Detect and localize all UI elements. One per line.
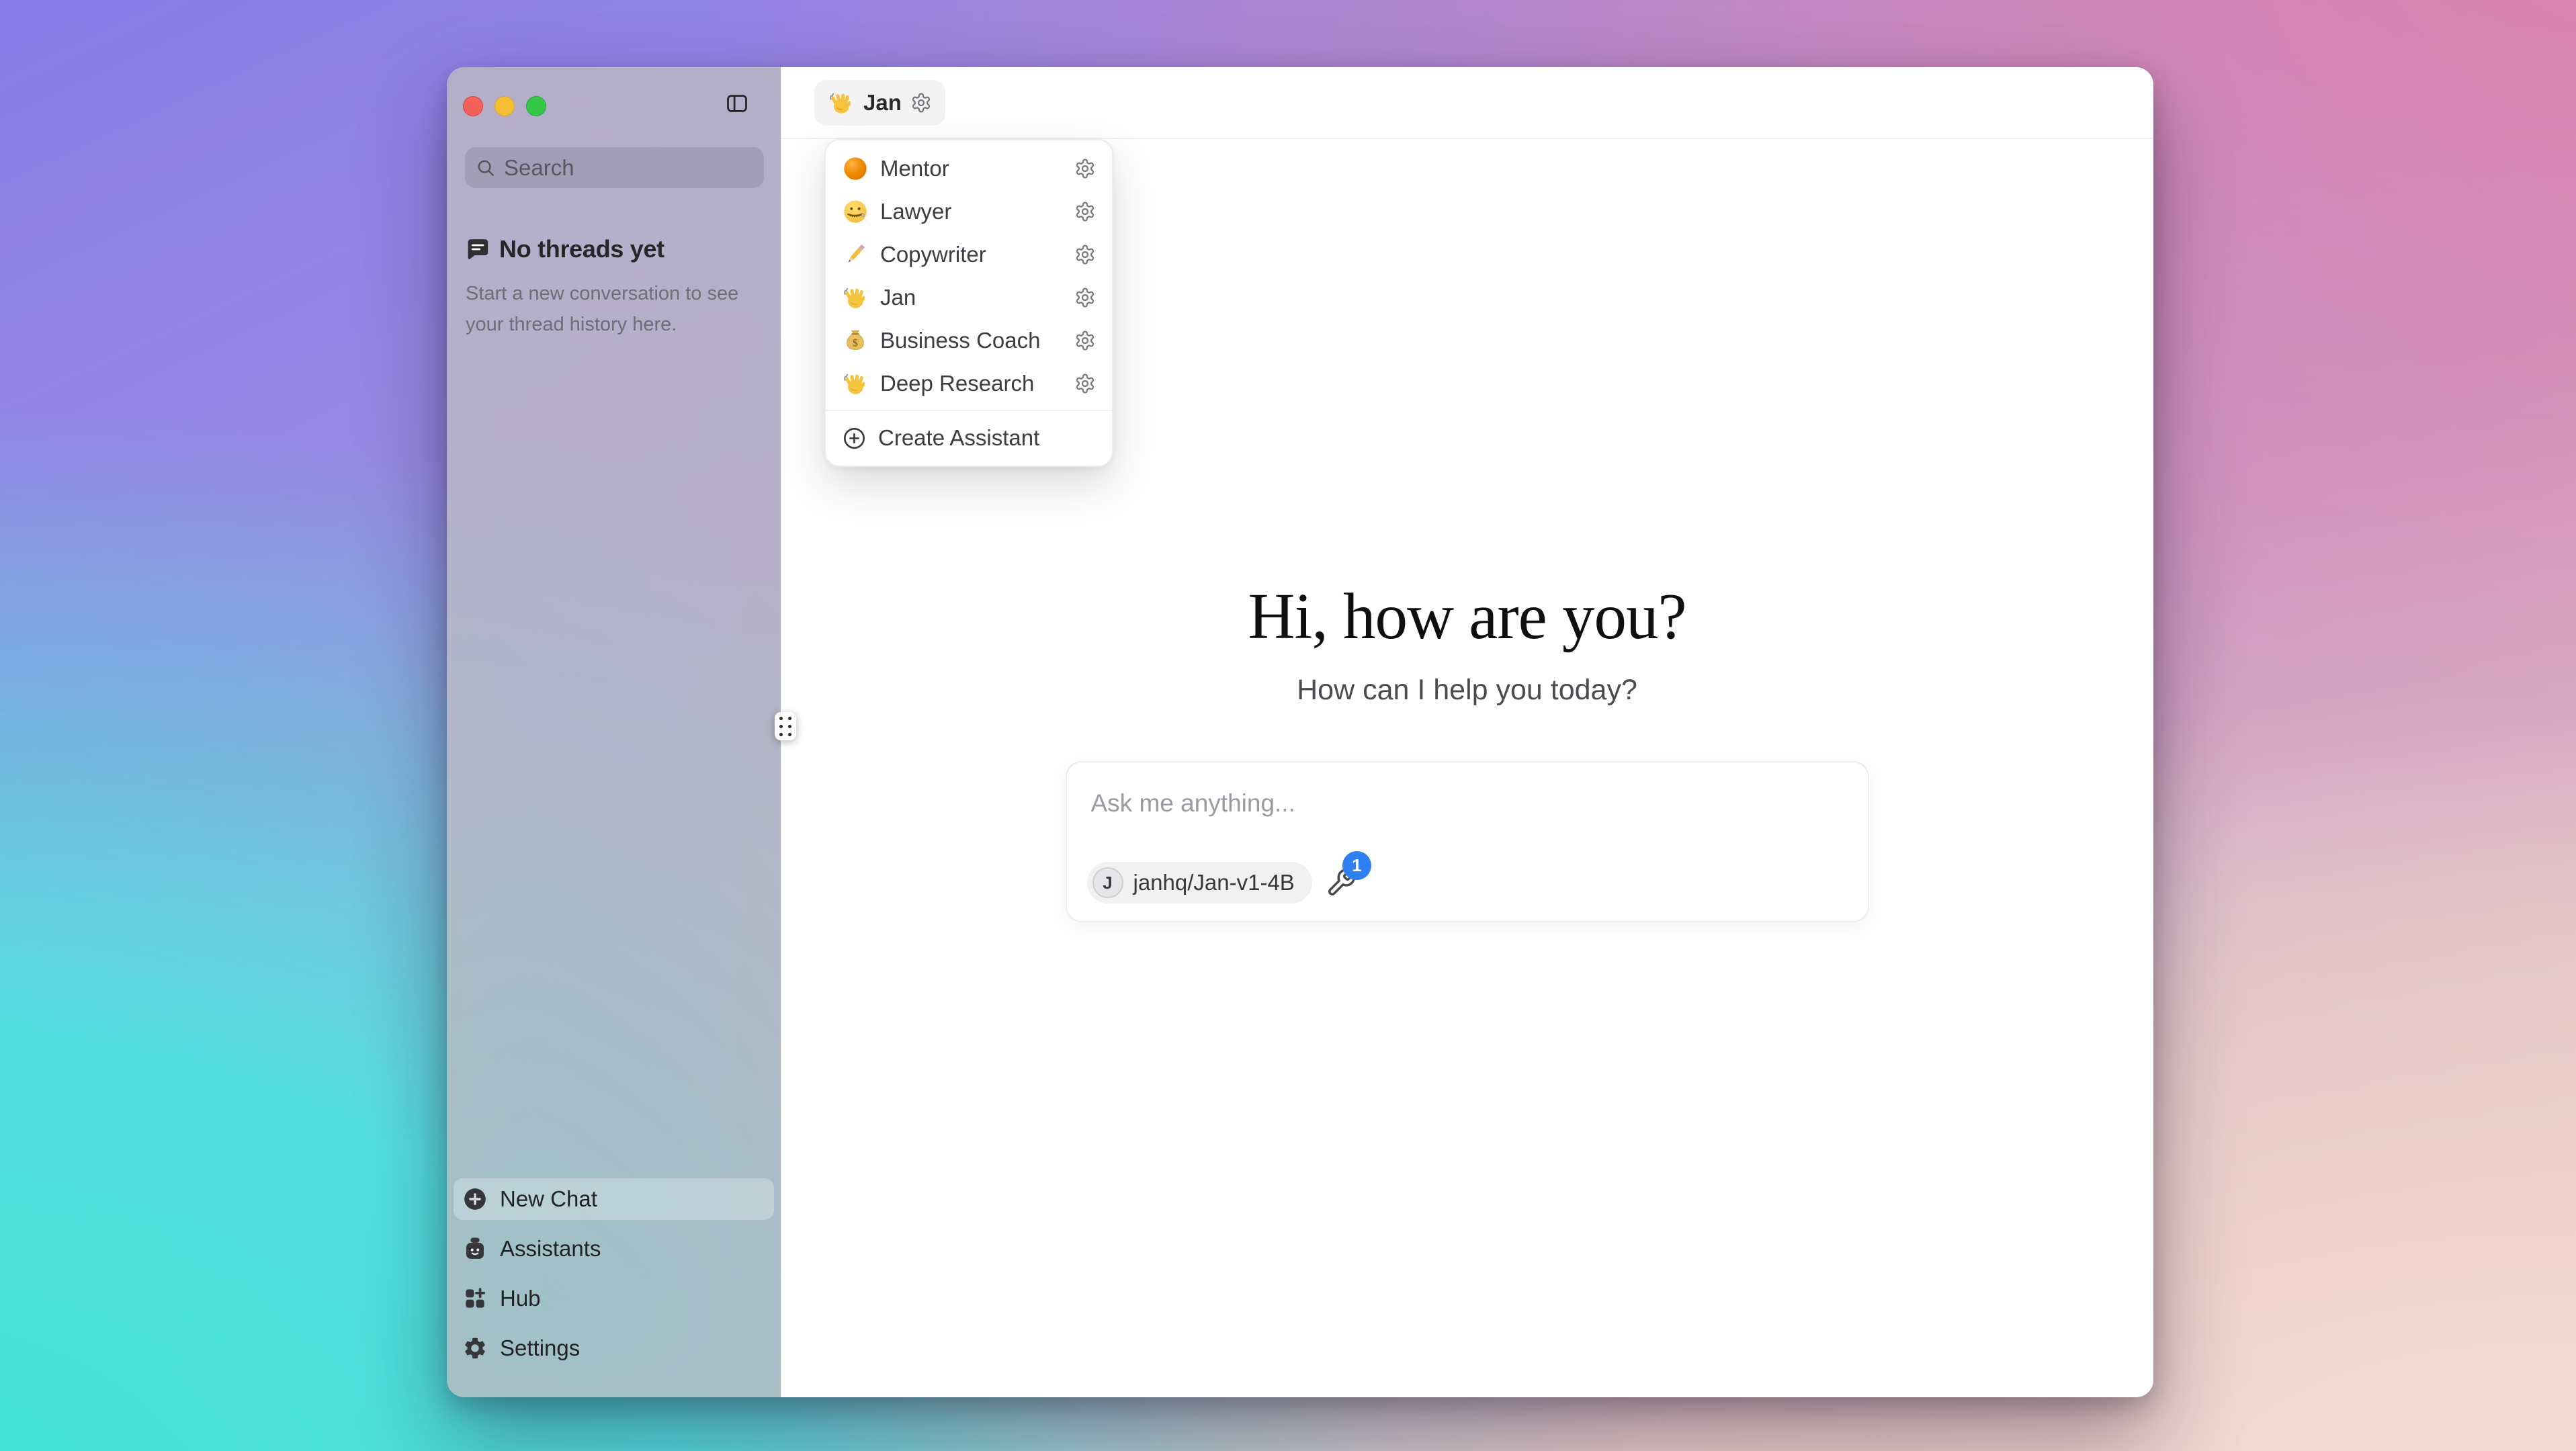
gear-icon[interactable] [1074, 158, 1096, 179]
menu-item-label: Business Coach [880, 328, 1063, 353]
gear-icon[interactable] [1074, 201, 1096, 222]
menu-item-label: Mentor [880, 156, 1063, 181]
menu-item-label: Copywriter [880, 242, 1063, 267]
sidebar-item-settings[interactable]: Settings [454, 1327, 774, 1369]
menu-item-mentor[interactable]: Mentor [826, 147, 1112, 190]
sidebar-panel-icon [725, 91, 749, 116]
money-bag-emoji-icon [842, 327, 869, 354]
empty-state-subtitle: Start a new conversation to see your thr… [466, 278, 763, 340]
sidebar-bottom-nav: New Chat Assistants Hub Settings [454, 1178, 774, 1369]
nav-item-label: Hub [500, 1286, 541, 1311]
menu-item-deep-research[interactable]: Deep Research [826, 362, 1112, 405]
sidebar-item-hub[interactable]: Hub [454, 1278, 774, 1319]
main-panel: Jan Mentor Lawyer Copywriter [781, 67, 2153, 1397]
main-header: Jan [781, 67, 2153, 139]
zipper-face-emoji-icon [842, 198, 869, 225]
desktop-background: No threads yet Start a new conversation … [0, 0, 2576, 1451]
menu-item-copywriter[interactable]: Copywriter [826, 233, 1112, 276]
sidebar-item-new-chat[interactable]: New Chat [454, 1178, 774, 1220]
toggle-sidebar-button[interactable] [725, 91, 749, 116]
tools-button[interactable]: 1 [1326, 867, 1357, 898]
grid-plus-icon [462, 1286, 488, 1311]
minimize-window-button[interactable] [495, 96, 515, 116]
message-bubble-icon [466, 237, 490, 261]
robot-icon [462, 1236, 488, 1262]
menu-item-label: Deep Research [880, 371, 1063, 396]
model-name: janhq/Jan-v1-4B [1133, 870, 1295, 895]
composer-toolbar: J janhq/Jan-v1-4B 1 [1087, 862, 1357, 904]
plus-circle-icon [842, 426, 867, 451]
create-assistant-label: Create Assistant [878, 425, 1039, 451]
current-assistant-name: Jan [863, 90, 902, 116]
welcome-hero: Hi, how are you? How can I help you toda… [781, 579, 2153, 707]
plus-circle-icon [462, 1186, 488, 1212]
waving-hand-emoji-icon [842, 284, 869, 311]
search-input[interactable] [504, 155, 753, 181]
close-window-button[interactable] [463, 96, 483, 116]
menu-item-jan[interactable]: Jan [826, 276, 1112, 319]
pencil-emoji-icon [842, 241, 869, 268]
hero-title: Hi, how are you? [781, 579, 2153, 654]
waving-hand-emoji-icon [828, 89, 855, 116]
nav-item-label: Assistants [500, 1236, 601, 1262]
assistant-selector-button[interactable]: Jan [814, 80, 945, 126]
threads-empty-state: No threads yet Start a new conversation … [466, 235, 763, 340]
zoom-window-button[interactable] [526, 96, 546, 116]
gear-icon[interactable] [1074, 287, 1096, 308]
gear-icon[interactable] [1074, 330, 1096, 351]
nav-item-label: New Chat [500, 1186, 597, 1212]
window-controls [463, 96, 546, 116]
tools-count-badge: 1 [1342, 851, 1371, 880]
search-icon [476, 158, 496, 178]
search-box[interactable] [465, 147, 764, 188]
create-assistant-button[interactable]: Create Assistant [826, 416, 1112, 460]
empty-state-title: No threads yet [499, 235, 664, 263]
hero-subtitle: How can I help you today? [781, 674, 2153, 707]
sidebar-item-assistants[interactable]: Assistants [454, 1228, 774, 1270]
menu-item-label: Jan [880, 285, 1063, 310]
sidebar: No threads yet Start a new conversation … [447, 67, 781, 1397]
app-window: No threads yet Start a new conversation … [447, 67, 2153, 1397]
gear-icon [462, 1335, 488, 1361]
assistant-settings-gear-icon[interactable] [910, 92, 932, 114]
model-selector-button[interactable]: J janhq/Jan-v1-4B [1087, 862, 1312, 904]
menu-item-business-coach[interactable]: Business Coach [826, 319, 1112, 362]
waving-hand-emoji-icon [842, 370, 869, 397]
assistant-dropdown-menu: Mentor Lawyer Copywriter Jan [824, 139, 1113, 467]
chat-input-placeholder: Ask me anything... [1091, 789, 1295, 818]
menu-divider [826, 410, 1112, 411]
nav-item-label: Settings [500, 1335, 580, 1361]
chat-input-card[interactable]: Ask me anything... J janhq/Jan-v1-4B 1 [1066, 761, 1869, 922]
gear-icon[interactable] [1074, 244, 1096, 265]
menu-item-lawyer[interactable]: Lawyer [826, 190, 1112, 233]
model-avatar: J [1092, 867, 1123, 898]
sidebar-resize-handle[interactable] [775, 712, 796, 740]
orange-circle-emoji-icon [842, 155, 869, 182]
menu-item-label: Lawyer [880, 199, 1063, 224]
gear-icon[interactable] [1074, 373, 1096, 394]
